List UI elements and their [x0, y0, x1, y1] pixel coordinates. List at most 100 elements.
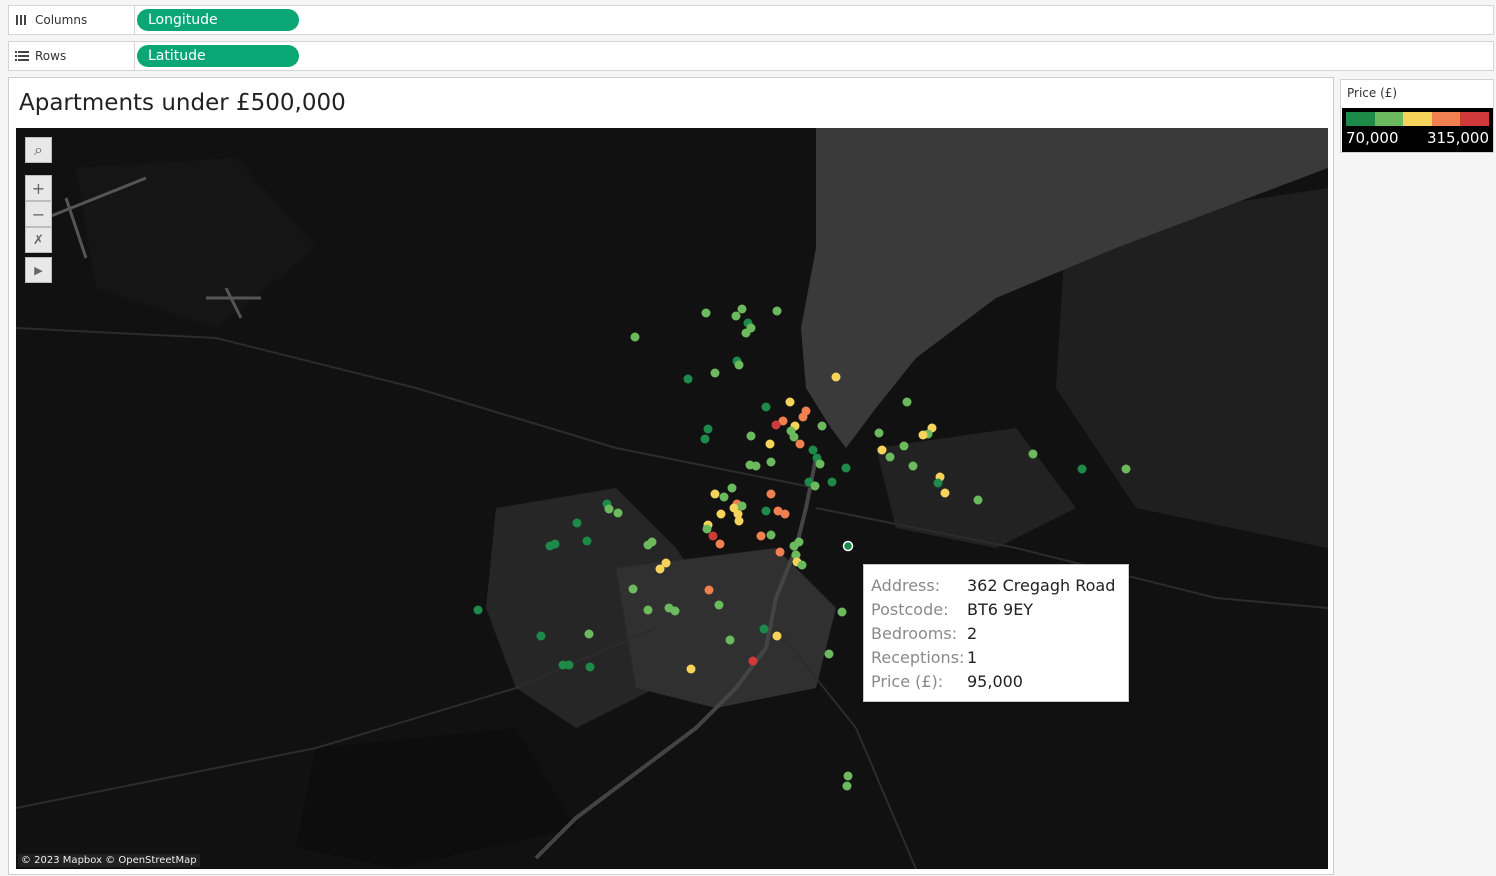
- legend-bar: [1346, 112, 1489, 126]
- point: [815, 459, 825, 469]
- point: [877, 445, 887, 455]
- latitude-pill[interactable]: Latitude: [137, 45, 299, 67]
- point: [772, 306, 782, 316]
- longitude-pill[interactable]: Longitude: [137, 9, 299, 31]
- search-icon[interactable]: ⌕: [25, 137, 52, 163]
- legend-min-value: 70,000: [1346, 129, 1399, 147]
- point: [766, 489, 776, 499]
- tooltip-row-price: Price (£): 95,000: [871, 669, 1128, 693]
- columns-shelf: Columns Longitude: [8, 5, 1494, 35]
- point: [1077, 464, 1087, 474]
- point: [795, 439, 805, 449]
- zoom-out-icon[interactable]: −: [25, 201, 52, 227]
- point: [683, 374, 693, 384]
- tooltip-key: Address:: [871, 575, 941, 595]
- point: [761, 402, 771, 412]
- point: [899, 441, 909, 451]
- point: [604, 504, 614, 514]
- point: [686, 664, 696, 674]
- legend-color-ramp: 70,000 315,000: [1342, 108, 1493, 152]
- pin-clear-icon[interactable]: ✗: [25, 227, 52, 253]
- columns-label-text: Columns: [35, 13, 88, 27]
- point: [1028, 449, 1038, 459]
- map-view[interactable]: ⌕ + − ✗ ▶ © 2023 Mapbox © OpenStreetMap …: [16, 128, 1328, 869]
- point: [885, 452, 895, 462]
- point: [716, 509, 726, 519]
- point: [842, 781, 852, 791]
- point: [715, 539, 725, 549]
- tooltip-value: BT6 9EY: [967, 599, 1034, 619]
- tooltip-value: 2: [967, 623, 978, 643]
- tooltip-value: 1: [967, 647, 978, 667]
- point: [714, 600, 724, 610]
- rows-shelf-label: Rows: [9, 42, 135, 70]
- point: [756, 531, 766, 541]
- tooltip-key: Price (£):: [871, 671, 944, 691]
- point: [748, 656, 758, 666]
- point: [766, 530, 776, 540]
- tooltip-row-address: Address: 362 Cregagh Road: [871, 573, 1128, 597]
- legend-swatch: [1374, 112, 1404, 126]
- point: [797, 560, 807, 570]
- point: [734, 360, 744, 370]
- price-legend[interactable]: Price (£) 70,000 315,000: [1340, 79, 1494, 153]
- point: [702, 524, 712, 534]
- point: [655, 564, 665, 574]
- point: [808, 445, 818, 455]
- point: [973, 495, 983, 505]
- point: [643, 540, 653, 550]
- point: [737, 501, 747, 511]
- point: [737, 304, 747, 314]
- tooltip-row-bedrooms: Bedrooms: 2: [871, 621, 1128, 645]
- point: [810, 481, 820, 491]
- map-base-layer: [16, 128, 1328, 869]
- tooltip-key: Postcode:: [871, 599, 949, 619]
- zoom-in-icon[interactable]: +: [25, 175, 52, 201]
- point: [630, 332, 640, 342]
- tooltip-key: Receptions:: [871, 647, 965, 667]
- point: [1121, 464, 1131, 474]
- point: [775, 547, 785, 557]
- point: [933, 478, 943, 488]
- point: [731, 311, 741, 321]
- map-attribution[interactable]: © 2023 Mapbox © OpenStreetMap: [18, 854, 200, 867]
- hill-area-north: [76, 158, 316, 328]
- point: [765, 439, 775, 449]
- point: [710, 489, 720, 499]
- point: [585, 662, 595, 672]
- point: [761, 506, 771, 516]
- point: [703, 424, 713, 434]
- point: [719, 492, 729, 502]
- tooltip-row-postcode: Postcode: BT6 9EY: [871, 597, 1128, 621]
- legend-swatch: [1346, 112, 1375, 126]
- expand-arrow-icon[interactable]: ▶: [25, 257, 52, 283]
- point: [536, 631, 546, 641]
- tooltip-row-receptions: Receptions: 1: [871, 645, 1128, 669]
- point: [908, 461, 918, 471]
- point: [613, 508, 623, 518]
- rows-shelf: Rows Latitude: [8, 41, 1494, 71]
- point: [746, 431, 756, 441]
- point: [582, 536, 592, 546]
- point: [473, 605, 483, 615]
- point: [759, 624, 769, 634]
- point: [766, 457, 776, 467]
- point: [772, 631, 782, 641]
- point: [643, 605, 653, 615]
- columns-shelf-label: Columns: [9, 6, 135, 34]
- point: [670, 606, 680, 616]
- point: [584, 629, 594, 639]
- point: [841, 463, 851, 473]
- legend-max-value: 315,000: [1426, 129, 1489, 147]
- legend-swatch: [1403, 112, 1432, 126]
- point: [741, 328, 751, 338]
- point: [789, 432, 799, 442]
- legend-swatch: [1460, 112, 1489, 126]
- point: [704, 585, 714, 595]
- point: [827, 477, 837, 487]
- point: [785, 397, 795, 407]
- point: [817, 421, 827, 431]
- point: [710, 368, 720, 378]
- point: [734, 516, 744, 526]
- point: [572, 518, 582, 528]
